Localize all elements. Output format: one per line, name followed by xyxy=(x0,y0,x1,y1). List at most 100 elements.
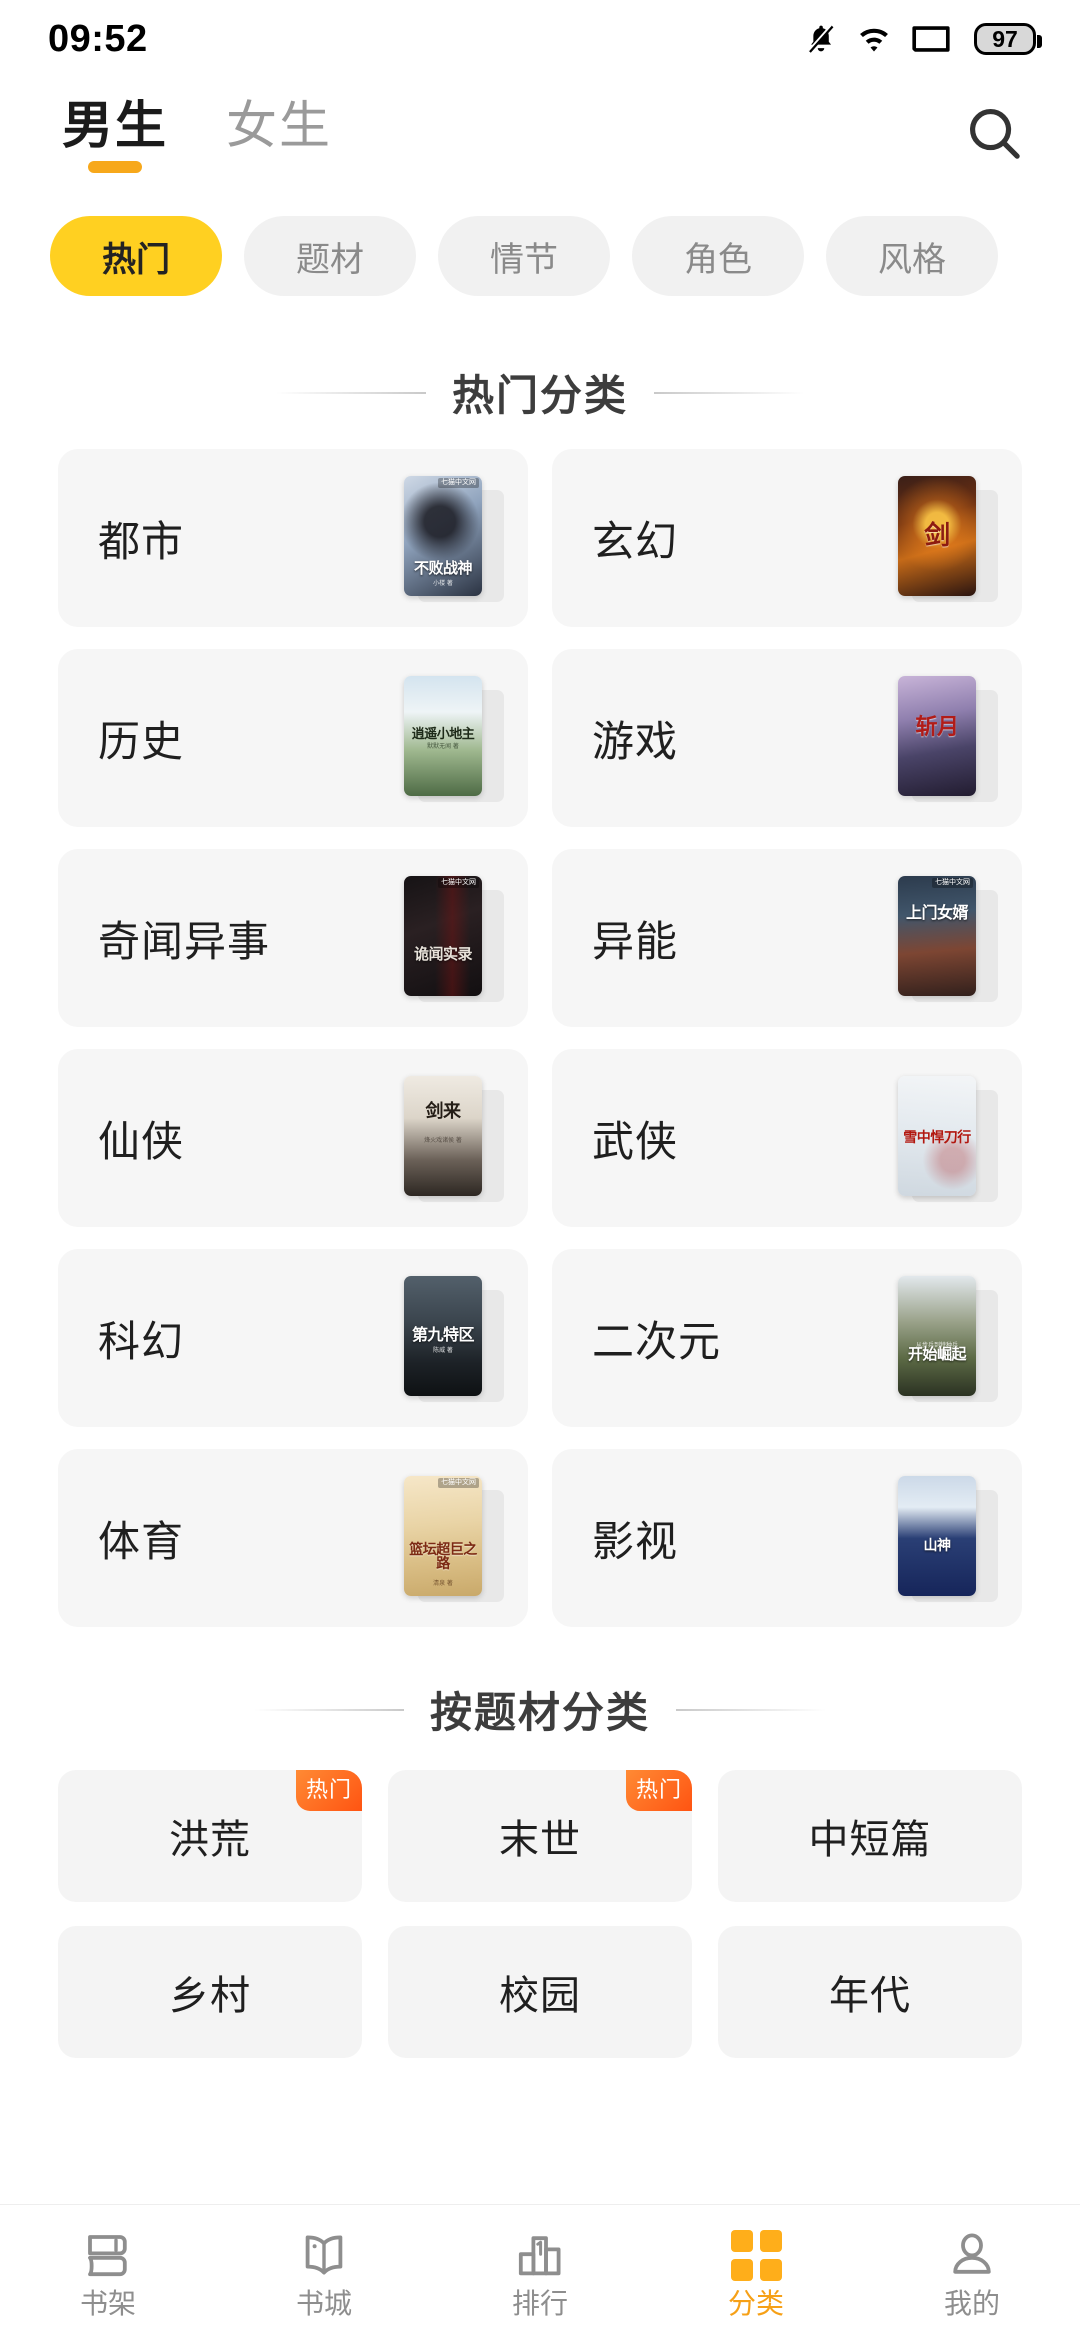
category-name: 武侠 xyxy=(592,1117,679,1165)
theme-section-title-text: 按题材分类 xyxy=(429,1689,650,1736)
category-card[interactable]: 武侠 雪中悍刀行 xyxy=(552,1049,1022,1227)
cover-title: 上门女婿 xyxy=(905,905,969,922)
cover-subtitle: 默默无闻 著 xyxy=(427,744,459,750)
category-name: 异能 xyxy=(592,917,679,965)
gender-tab-bar: 男生 女生 xyxy=(62,100,958,173)
nav-item-bookshelf[interactable]: 书架 xyxy=(0,2227,216,2318)
book-cover-thumb: 七猫中文网 上门女婿 xyxy=(898,876,998,1002)
cover-title: 剑来 xyxy=(425,1101,462,1121)
filter-chip-row[interactable]: 热门 题材 情节 角色 风格 xyxy=(0,194,1080,318)
nav-item-bookstore[interactable]: 书城 xyxy=(216,2227,432,2318)
cover-subtitle: 烽火戏诸侯 著 xyxy=(424,1138,462,1144)
grid-icon xyxy=(730,2227,782,2281)
cover-title: 不败战神 xyxy=(413,560,473,577)
cover-brand: 七猫中文网 xyxy=(438,478,479,488)
theme-tag-label: 末世 xyxy=(499,1818,581,1862)
category-card[interactable]: 历史 逍遥小地主 默默无闻 著 xyxy=(58,649,528,827)
tab-male[interactable]: 男生 xyxy=(62,100,168,173)
category-name: 玄幻 xyxy=(592,517,679,565)
category-name: 影视 xyxy=(592,1517,679,1565)
bookshelf-icon xyxy=(82,2227,134,2281)
status-bar: 09:52 97 xyxy=(0,0,1080,78)
person-icon xyxy=(946,2227,998,2281)
category-card[interactable]: 影视 山神 xyxy=(552,1449,1022,1627)
hot-section-title: 热门分类 xyxy=(0,362,1080,423)
theme-tag[interactable]: 中短篇 xyxy=(718,1770,1022,1902)
section-divider-right xyxy=(654,391,804,394)
section-divider-left xyxy=(275,391,426,394)
theme-tag-label: 中短篇 xyxy=(808,1818,932,1862)
book-cover-thumb: 斩月 xyxy=(898,676,998,802)
cover-title: 开始崛起 xyxy=(907,1346,967,1363)
category-card[interactable]: 科幻 第九特区 陈威 著 xyxy=(58,1249,528,1427)
nav-label: 书城 xyxy=(295,2288,352,2319)
cover-title: 雪中悍刀行 xyxy=(903,1129,971,1145)
status-bar-time: 09:52 xyxy=(48,17,148,60)
category-card[interactable]: 都市 七猫中文网 不败战神 小楼 著 xyxy=(58,449,528,627)
theme-tag[interactable]: 洪荒 热门 xyxy=(58,1770,362,1902)
search-button[interactable] xyxy=(958,99,1032,173)
battery-level-label: 97 xyxy=(992,25,1018,52)
category-card[interactable]: 奇闻异事 七猫中文网 诡闻实录 xyxy=(58,849,528,1027)
theme-tag[interactable]: 校园 xyxy=(388,1926,692,2058)
status-bar-icons: 97 xyxy=(804,22,1042,56)
category-name: 奇闻异事 xyxy=(98,917,271,965)
nav-label: 我的 xyxy=(943,2288,1000,2319)
battery-icon: 97 xyxy=(974,23,1042,55)
filter-chip-hot[interactable]: 热门 xyxy=(50,216,222,296)
theme-tag-label: 乡村 xyxy=(169,1974,251,2018)
category-card[interactable]: 异能 七猫中文网 上门女婿 xyxy=(552,849,1022,1027)
bottom-navigation-bar: 书架 书城 排行 分类 我的 xyxy=(0,2204,1080,2340)
book-cover-thumb: 七猫中文网 诡闻实录 xyxy=(404,876,504,1002)
open-book-icon xyxy=(298,2227,350,2281)
sim-card-icon xyxy=(910,23,952,55)
wifi-icon xyxy=(856,22,892,56)
nav-item-mine[interactable]: 我的 xyxy=(864,2227,1080,2318)
category-card[interactable]: 二次元 开始崛起 从步兵到特种兵 xyxy=(552,1249,1022,1427)
filter-chip-plot[interactable]: 情节 xyxy=(438,216,610,296)
category-name: 科幻 xyxy=(98,1317,185,1365)
theme-tag-label: 校园 xyxy=(499,1974,581,2018)
filter-chip-role[interactable]: 角色 xyxy=(632,216,804,296)
cover-brand: 七猫中文网 xyxy=(932,878,973,888)
category-card[interactable]: 体育 七猫中文网 篮坛超巨之路 清泉 著 xyxy=(58,1449,528,1627)
book-cover-thumb: 逍遥小地主 默默无闻 著 xyxy=(404,676,504,802)
theme-tag[interactable]: 乡村 xyxy=(58,1926,362,2058)
category-name: 历史 xyxy=(98,717,185,765)
category-name: 游戏 xyxy=(592,717,679,765)
cover-subtitle: 陈威 著 xyxy=(433,1348,453,1354)
cover-title: 诡闻实录 xyxy=(413,946,473,963)
cover-title: 剑 xyxy=(924,520,950,550)
book-cover-thumb: 七猫中文网 不败战神 小楼 著 xyxy=(404,476,504,602)
category-name: 体育 xyxy=(98,1517,185,1565)
hot-badge: 热门 xyxy=(625,1770,692,1811)
page-header: 男生 女生 xyxy=(0,78,1080,194)
tab-male-label: 男生 xyxy=(62,96,169,154)
page-root: 09:52 97 男生 女生 热门 题材 情节 角色 风格 热门分类 都市 七猫… xyxy=(0,0,1080,2340)
theme-tag-label: 洪荒 xyxy=(169,1818,251,1862)
tab-female[interactable]: 女生 xyxy=(226,100,332,173)
nav-label: 书架 xyxy=(79,2288,136,2319)
book-cover-thumb: 剑来 烽火戏诸侯 著 xyxy=(404,1076,504,1202)
hot-category-grid: 都市 七猫中文网 不败战神 小楼 著 玄幻 剑 历史 逍遥小地主 默默无闻 著 … xyxy=(0,449,1080,1627)
category-name: 仙侠 xyxy=(98,1117,185,1165)
section-divider-right xyxy=(676,1708,826,1711)
filter-chip-theme[interactable]: 题材 xyxy=(244,216,416,296)
cover-subtitle: 从步兵到特种兵 xyxy=(915,1343,958,1349)
theme-section-title: 按题材分类 xyxy=(0,1679,1080,1740)
category-card[interactable]: 玄幻 剑 xyxy=(552,449,1022,627)
tab-female-label: 女生 xyxy=(226,96,333,154)
cover-title: 山神 xyxy=(923,1537,952,1553)
theme-tag[interactable]: 年代 xyxy=(718,1926,1022,2058)
cover-brand: 七猫中文网 xyxy=(438,878,479,888)
cover-subtitle: 小楼 著 xyxy=(433,581,453,587)
book-cover-thumb: 剑 xyxy=(898,476,998,602)
category-name: 都市 xyxy=(98,517,185,565)
book-cover-thumb: 山神 xyxy=(898,1476,998,1602)
category-card[interactable]: 仙侠 剑来 烽火戏诸侯 著 xyxy=(58,1049,528,1227)
filter-chip-style[interactable]: 风格 xyxy=(826,216,998,296)
theme-tag[interactable]: 末世 热门 xyxy=(388,1770,692,1902)
category-card[interactable]: 游戏 斩月 xyxy=(552,649,1022,827)
nav-item-category[interactable]: 分类 xyxy=(648,2227,864,2318)
nav-item-ranking[interactable]: 排行 xyxy=(432,2227,648,2318)
